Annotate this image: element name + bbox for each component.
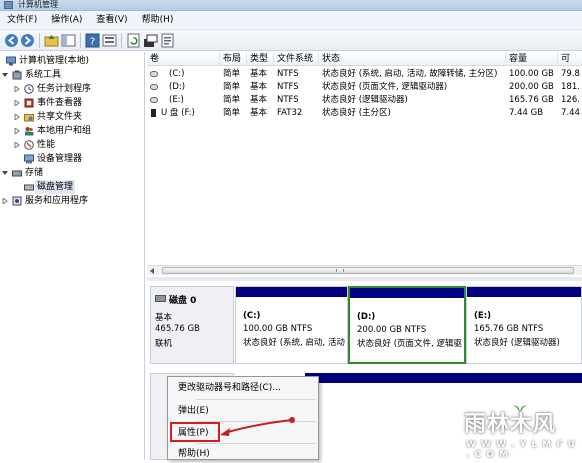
column-header-volume[interactable]: 卷 (147, 52, 220, 66)
collapse-arrow-icon[interactable] (2, 170, 8, 176)
refresh-icon[interactable] (126, 33, 141, 48)
navigation-tree: 计算机管理(本地) 系统工具 任务计划程序 事件查看器 共享文件夹 本地用户和组… (0, 52, 145, 460)
computer-icon (6, 56, 16, 66)
disk0-status: 联机 (155, 339, 173, 349)
hard-disk-icon (155, 295, 166, 302)
toolbar-separator (121, 33, 122, 48)
services-icon (12, 196, 22, 206)
watermark-brand: 雨林木风 (464, 412, 557, 437)
title-bar: 计算机管理 (0, 0, 582, 11)
disk0-type: 基本 (155, 313, 173, 323)
disk0-name: 磁盘 0 (169, 296, 197, 306)
partition-band (350, 288, 464, 298)
menu-separator (196, 443, 315, 444)
partition-band (236, 287, 347, 297)
scrollbar-thumb[interactable] (162, 267, 574, 274)
disk0-label[interactable]: 磁盘 0 基本 465.76 GB 联机 (150, 286, 234, 364)
annotation-highlight-box (170, 422, 220, 442)
partition-e[interactable]: (E:) 165.76 GB NTFS 状态良好 (逻辑驱动器) (466, 286, 582, 364)
menu-help[interactable]: 帮助(H) (135, 11, 181, 30)
menu-action[interactable]: 操作(A) (44, 11, 89, 30)
performance-icon (24, 140, 34, 150)
computer-management-icon (4, 1, 13, 9)
tree-item-device-manager[interactable]: 设备管理器 (14, 152, 142, 166)
clock-icon (24, 84, 34, 94)
drive-icon (150, 84, 158, 90)
window-title: 计算机管理 (18, 0, 58, 9)
column-header-free[interactable]: 可 (558, 52, 582, 66)
table-row[interactable]: (E:) 简单 基本 NTFS 状态良好 (逻辑驱动器) 165.76 GB 1… (147, 94, 582, 106)
partition-c[interactable]: (C:) 100.00 GB NTFS 状态良好 (系统, 启动, 活动 (235, 286, 348, 364)
tree-item-task-scheduler[interactable]: 任务计划程序 (14, 82, 142, 96)
toolbar-separator (39, 33, 40, 48)
expand-arrow-icon[interactable] (14, 142, 20, 148)
column-header-status[interactable]: 状态 (319, 52, 506, 66)
column-header-layout[interactable]: 布局 (220, 52, 247, 66)
horizontal-scrollbar[interactable] (147, 265, 582, 275)
scroll-left-icon[interactable] (150, 268, 154, 274)
table-row[interactable]: (D:) 简单 基本 NTFS 状态良好 (页面文件, 逻辑驱动器) 200.0… (147, 81, 582, 93)
menu-bar: 文件(F) 操作(A) 查看(V) 帮助(H) (0, 11, 582, 30)
column-header-filesystem[interactable]: 文件系统 (274, 52, 319, 66)
expand-arrow-icon[interactable] (14, 100, 20, 106)
expand-arrow-icon[interactable] (14, 128, 20, 134)
tree-item-shared-folders[interactable]: 共享文件夹 (14, 110, 142, 124)
toolbar: ? (0, 30, 582, 51)
disk0-size: 465.76 GB (155, 324, 200, 334)
column-header-capacity[interactable]: 容量 (506, 52, 558, 66)
tree-item-event-viewer[interactable]: 事件查看器 (14, 96, 142, 110)
drive-icon (150, 97, 158, 103)
tree-item-performance[interactable]: 性能 (14, 138, 142, 152)
tree-item-system-tools[interactable]: 系统工具 (2, 68, 142, 82)
partition-band (467, 287, 581, 297)
export-icon[interactable] (143, 33, 158, 48)
menu-item-change-drive-letter[interactable]: 更改驱动器号和路径(C)... (168, 379, 318, 397)
disk1-partition-band[interactable] (305, 373, 582, 383)
menu-item-help[interactable]: 帮助(H) (168, 445, 318, 463)
up-folder-icon[interactable] (44, 33, 59, 48)
column-header-type[interactable]: 类型 (247, 52, 274, 66)
annotation-arrow-icon (220, 417, 295, 436)
tree-item-root[interactable]: 计算机管理(本地) (2, 54, 142, 68)
watermark: 雨林木风 W W W . Y L M F U . C O M (456, 398, 582, 460)
toolbar-separator (80, 33, 81, 48)
menu-file[interactable]: 文件(F) (0, 11, 44, 30)
show-hide-tree-icon[interactable] (61, 33, 76, 48)
expand-arrow-icon[interactable] (14, 114, 20, 120)
table-row[interactable]: U 盘 (F:) 简单 基本 FAT32 状态良好 (主分区) 7.44 GB … (147, 107, 582, 119)
event-log-icon (24, 98, 34, 108)
tree-item-disk-management[interactable]: 磁盘管理 (14, 180, 142, 194)
svg-text:?: ? (90, 37, 95, 48)
partition-d[interactable]: (D:) 200.00 GB NTFS 状态良好 (页面文件, 逻辑驱 (348, 286, 466, 364)
device-manager-icon (24, 154, 34, 164)
tree-item-storage[interactable]: 存储 (2, 166, 142, 180)
tools-icon (12, 70, 22, 80)
usb-drive-icon (151, 109, 156, 117)
back-icon[interactable] (4, 33, 19, 48)
forward-icon[interactable] (20, 33, 35, 48)
storage-icon (12, 170, 22, 177)
help-icon[interactable]: ? (85, 33, 100, 48)
list-view-icon[interactable] (102, 33, 117, 48)
expand-arrow-icon[interactable] (14, 86, 20, 92)
scrollbar-grip-icon (336, 269, 344, 272)
volume-list-header: 卷 布局 类型 文件系统 状态 容量 可 (147, 52, 582, 66)
collapse-arrow-icon[interactable] (2, 72, 8, 78)
menu-view[interactable]: 查看(V) (89, 11, 134, 30)
shared-folder-icon (24, 114, 34, 122)
properties-icon[interactable] (160, 33, 175, 48)
watermark-url: W W W . Y L M F U . C O M (466, 440, 576, 460)
disk-management-icon (24, 184, 34, 191)
tree-item-local-users[interactable]: 本地用户和组 (14, 124, 142, 138)
drive-icon (150, 71, 158, 77)
tree-item-services[interactable]: 服务和应用程序 (2, 194, 142, 208)
expand-arrow-icon[interactable] (2, 198, 8, 204)
volume-list: 卷 布局 类型 文件系统 状态 容量 可 (C:) 简单 基本 NTFS 状态良… (147, 52, 582, 265)
table-row[interactable]: (C:) 简单 基本 NTFS 状态良好 (系统, 启动, 活动, 故障转储, … (147, 68, 582, 80)
menu-separator (196, 399, 315, 400)
users-icon (25, 127, 34, 136)
